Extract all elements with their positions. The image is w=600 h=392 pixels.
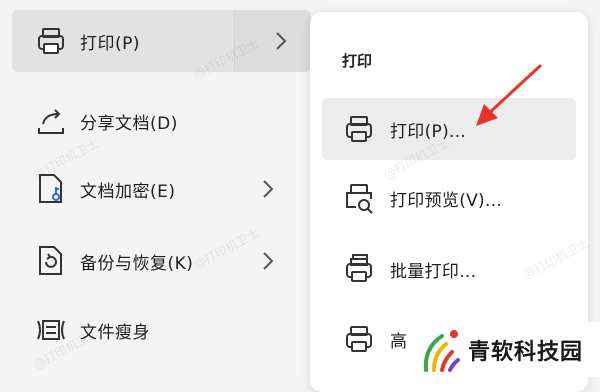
submenu-title: 打印	[342, 52, 373, 70]
backup-restore-icon	[39, 246, 62, 275]
printer-icon	[346, 326, 372, 352]
submenu-item-label: 批量打印...	[390, 262, 477, 282]
menu-item-label: 文档加密(E)	[80, 181, 176, 202]
menu-item-label: 备份与恢复(K)	[80, 253, 194, 274]
brand-logo: 青软科技园	[414, 322, 600, 377]
brand-mark-icon	[423, 329, 460, 372]
chevron-right-icon	[276, 32, 287, 50]
submenu-item-print-preview[interactable]: 打印预览(V)...	[322, 167, 576, 229]
submenu-item-label: 高	[390, 332, 408, 352]
chevron-right-icon	[263, 252, 274, 270]
brand-name: 青软科技园	[468, 339, 584, 365]
menu-item-label: 分享文档(D)	[80, 113, 178, 134]
print-preview-icon	[346, 184, 373, 214]
batch-print-icon	[346, 254, 372, 282]
menu-item-share-document[interactable]: 分享文档(D)	[12, 90, 298, 152]
printer-icon	[38, 28, 64, 54]
menu-item-label: 打印(P)	[80, 33, 141, 54]
red-arrow-annotation	[476, 64, 542, 126]
printer-icon	[346, 116, 372, 142]
submenu-item-label: 打印(P)...	[390, 122, 467, 142]
submenu-item-label: 打印预览(V)...	[390, 191, 503, 211]
share-icon	[38, 109, 64, 134]
left-menu: 打印(P) 分享文档(D) 文档加密(E) 备份与恢复(K) 文件瘦身	[0, 0, 311, 377]
chevron-right-icon	[263, 180, 274, 198]
